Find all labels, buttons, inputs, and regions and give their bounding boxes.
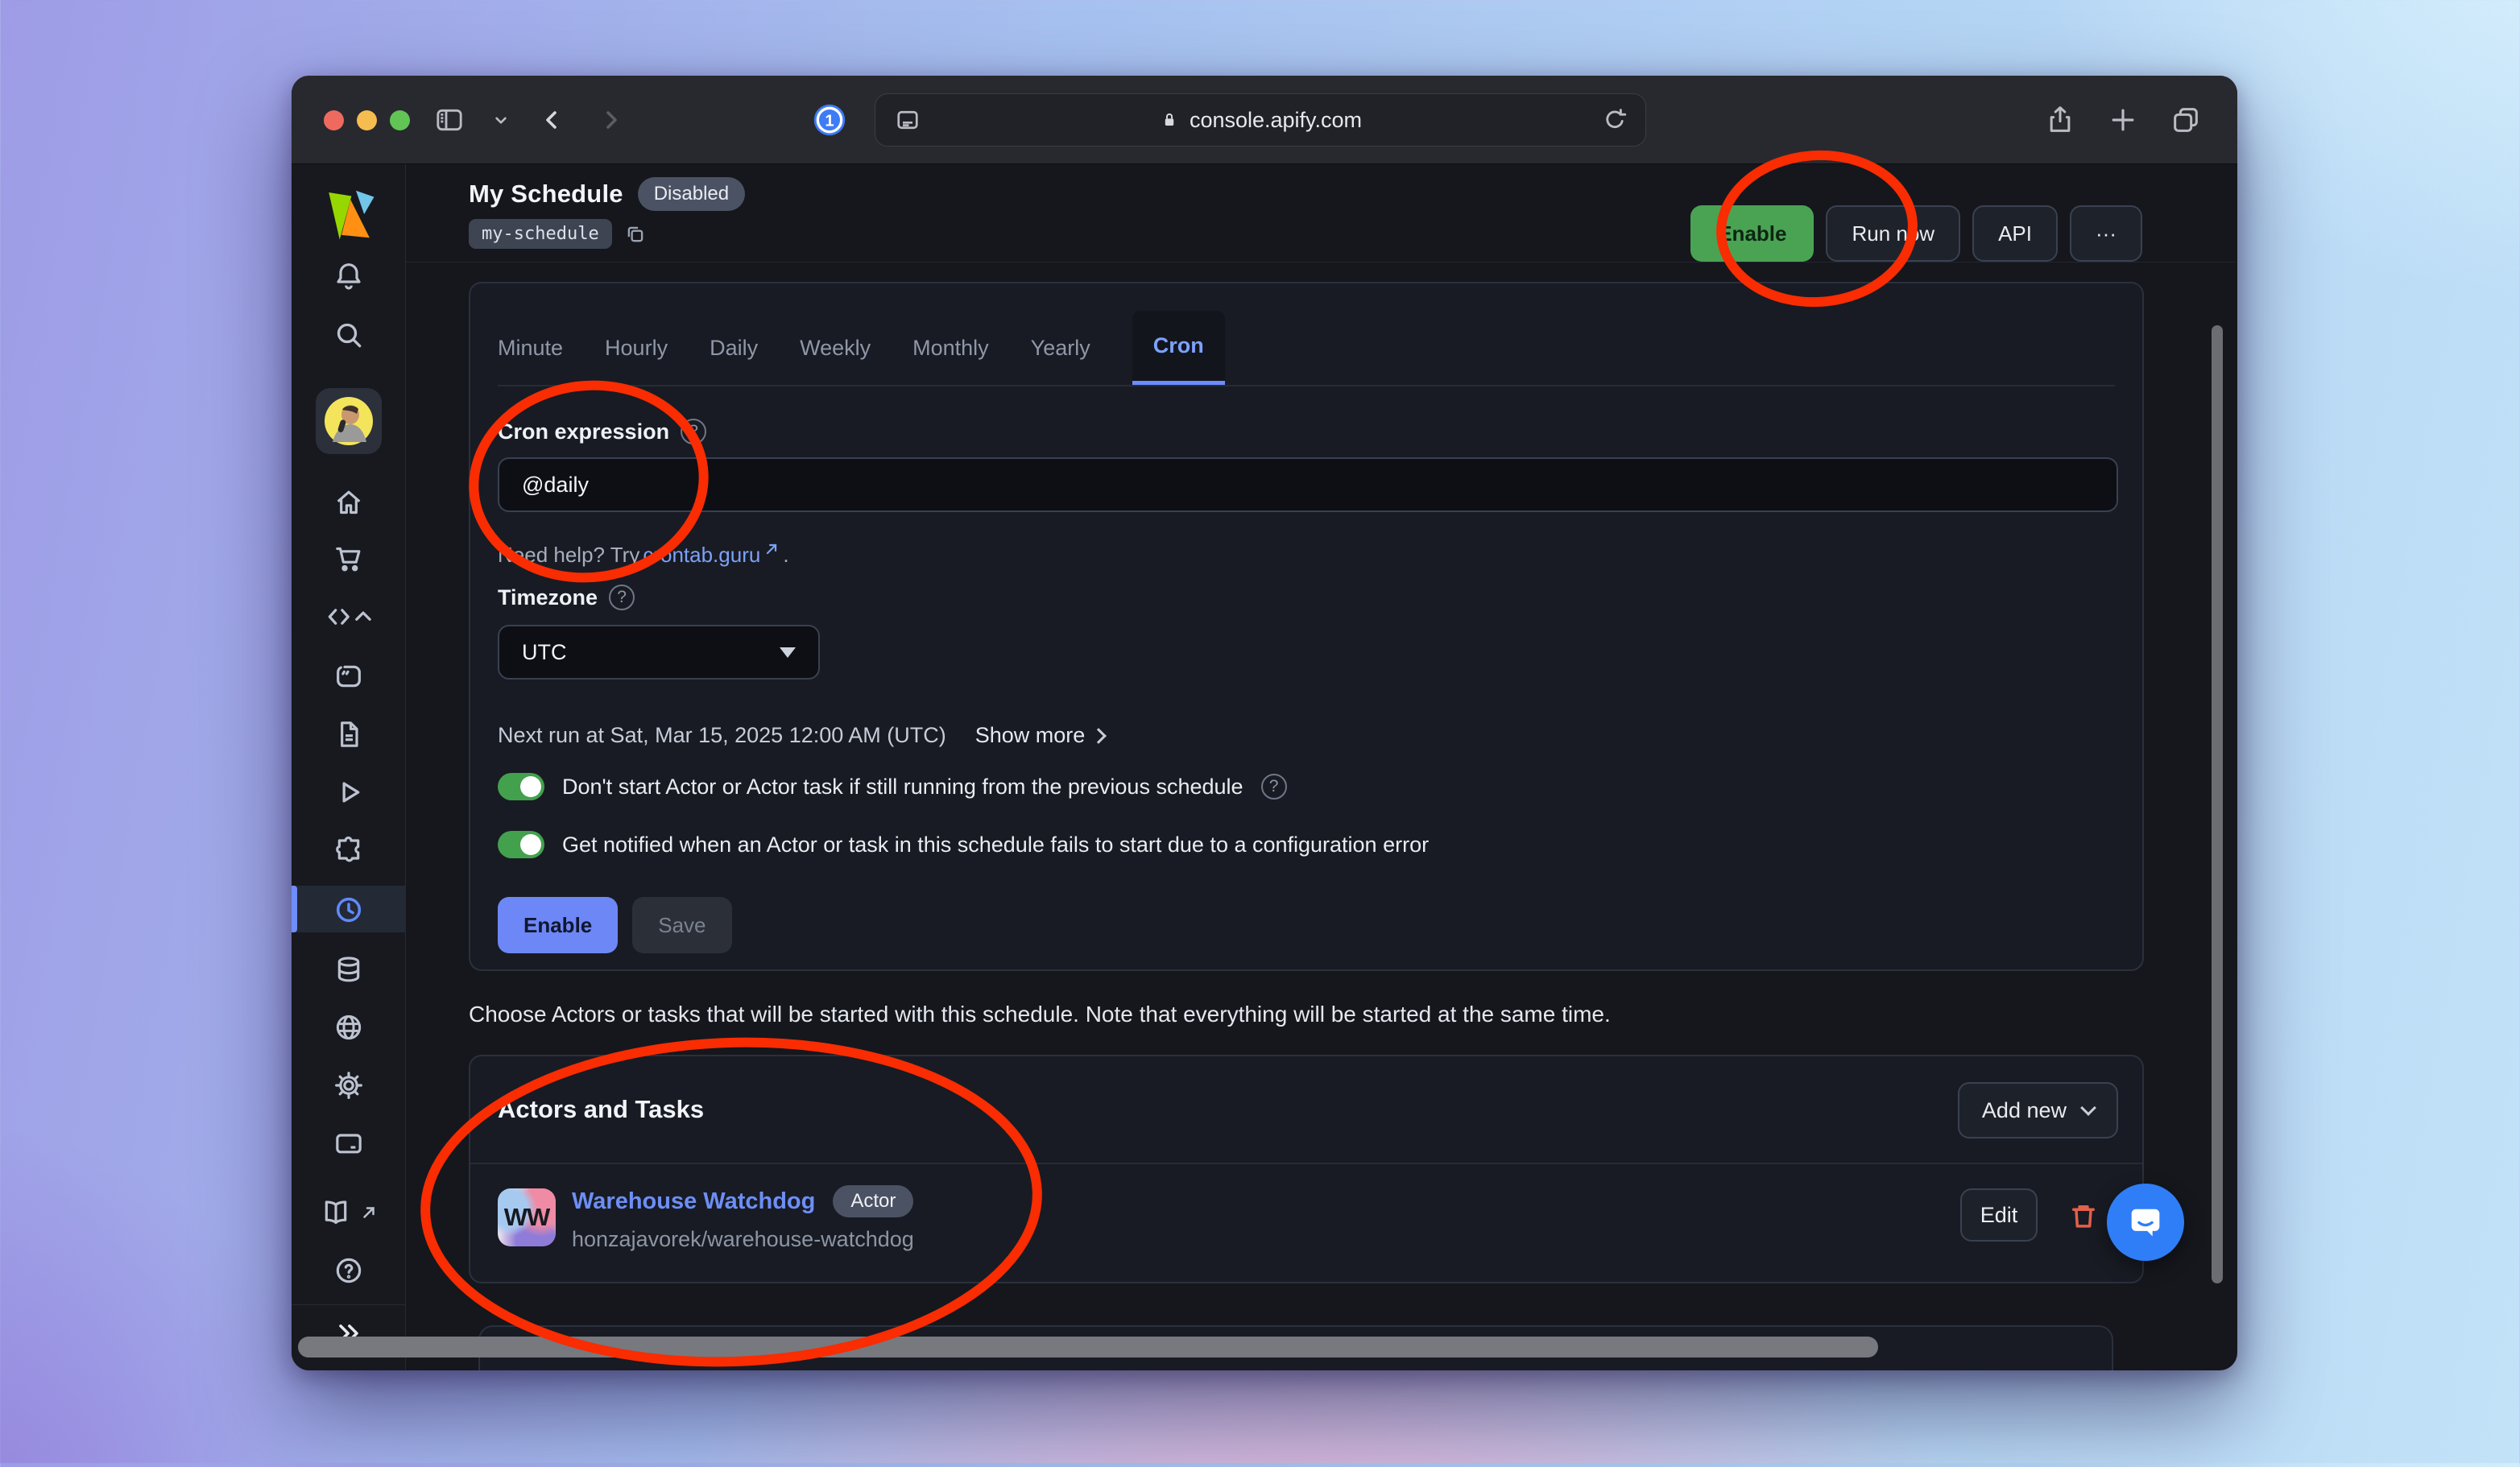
tab-overview-icon[interactable] [2170,104,2202,136]
actors-icon[interactable] [292,660,406,692]
vertical-scrollbar[interactable] [2212,325,2223,1283]
select-caret-icon [780,647,796,658]
settings-gear-icon[interactable] [292,1069,406,1101]
actor-avatar: WW [498,1188,556,1246]
schedule-id-chip: my-schedule [469,219,612,249]
home-icon[interactable] [292,486,406,519]
tab-cron-active[interactable]: Cron [1132,311,1225,385]
timezone-select[interactable]: UTC [498,625,820,680]
actors-card-divider [470,1163,2142,1164]
timezone-label: Timezone [498,585,598,610]
crontab-guru-link[interactable]: crontab.guru [643,543,760,568]
add-new-button[interactable]: Add new [1958,1082,2118,1138]
tabs-divider [498,385,2115,386]
back-button[interactable] [538,105,567,134]
cron-help-icon[interactable]: ? [681,419,706,444]
url-text[interactable]: console.apify.com [1190,108,1362,133]
toggle-help-icon[interactable]: ? [1261,774,1287,800]
timezone-help-icon[interactable]: ? [609,585,635,610]
tab-minute[interactable]: Minute [498,336,563,361]
main-content: My Schedule Disabled my-schedule Enable … [406,164,2237,1370]
search-icon[interactable] [292,319,406,351]
notifications-bell-icon[interactable] [292,259,406,291]
cron-expression-label: Cron expression [498,419,669,444]
reader-mode-icon[interactable] [893,105,922,134]
edit-actor-button[interactable]: Edit [1960,1188,2038,1242]
page-title: My Schedule [469,180,623,209]
enable-button-form[interactable]: Enable [498,897,618,953]
external-link-icon [360,1204,378,1221]
toggle-dont-start-label: Don't start Actor or Actor task if still… [562,775,1243,800]
tab-daily[interactable]: Daily [710,336,758,361]
apify-logo[interactable] [292,185,406,243]
schedule-type-tabs: Minute Hourly Daily Weekly Monthly Yearl… [498,311,1225,385]
tab-yearly[interactable]: Yearly [1031,336,1090,361]
development-code-icon[interactable] [292,601,406,633]
runs-play-icon[interactable] [292,776,406,808]
chevron-right-icon [1090,728,1107,744]
store-cart-icon[interactable] [292,543,406,575]
status-badge: Disabled [638,177,745,211]
schedule-settings-card: Minute Hourly Daily Weekly Monthly Yearl… [469,282,2144,971]
api-button[interactable]: API [1972,205,2058,262]
cron-expression-input[interactable] [498,457,2118,512]
enable-button-header[interactable]: Enable [1690,205,1814,262]
chat-widget-button[interactable] [2107,1184,2184,1261]
schedules-clock-icon[interactable] [292,894,406,926]
tab-monthly[interactable]: Monthly [912,336,989,361]
documentation-book-icon[interactable] [292,1196,406,1229]
horizontal-scrollbar[interactable] [298,1337,1878,1357]
svg-text:1: 1 [825,112,834,130]
external-link-icon [763,541,780,557]
tab-weekly[interactable]: Weekly [800,336,871,361]
toggle-dont-start-if-running[interactable] [498,773,544,800]
forward-button[interactable] [596,105,625,134]
actors-card-title: Actors and Tasks [498,1095,704,1124]
next-run-text: Next run at Sat, Mar 15, 2025 12:00 AM (… [498,723,946,748]
actor-type-badge: Actor [833,1185,913,1217]
actor-name-link[interactable]: Warehouse Watchdog [572,1188,815,1215]
proxy-globe-icon[interactable] [292,1011,406,1043]
sidebar-divider [292,1304,406,1305]
actor-handle: honzajavorek/warehouse-watchdog [572,1227,914,1252]
chevron-down-icon[interactable] [490,110,511,130]
save-button[interactable]: Save [632,897,731,953]
show-more-link[interactable]: Show more [975,723,1105,748]
storage-database-icon[interactable] [292,953,406,986]
toggle-notify-label: Get notified when an Actor or task in th… [562,833,1429,857]
minimize-window-button[interactable] [357,110,377,130]
address-bar[interactable]: console.apify.com [875,93,1646,147]
more-options-button[interactable]: ··· [2070,205,2142,262]
traffic-lights [324,110,410,130]
browser-window: 1 console.apify.com [292,76,2237,1370]
user-avatar[interactable] [292,388,406,454]
actors-description: Choose Actors or tasks that will be star… [469,1002,1611,1027]
new-tab-icon[interactable] [2108,105,2138,135]
password-manager-extension-icon[interactable]: 1 [812,102,847,138]
crontab-help-period: . [783,543,788,568]
crontab-help-text: Need help? Try [498,543,639,568]
run-now-button[interactable]: Run now [1826,205,1960,262]
integrations-puzzle-icon[interactable] [292,834,406,866]
chevron-down-icon [2080,1100,2096,1116]
billing-card-icon[interactable] [292,1127,406,1159]
share-icon[interactable] [2044,104,2076,136]
lock-icon [1159,110,1180,130]
close-window-button[interactable] [324,110,344,130]
app-sidebar [292,164,406,1370]
toggle-notify-on-failure[interactable] [498,831,544,858]
delete-actor-trash-icon[interactable] [2067,1200,2100,1234]
timezone-value: UTC [522,640,567,665]
zoom-window-button[interactable] [390,110,410,130]
browser-titlebar: 1 console.apify.com [292,76,2237,164]
reload-icon[interactable] [1601,106,1628,134]
help-icon[interactable] [292,1254,406,1287]
copy-icon[interactable] [623,222,648,246]
sidebar-toggle-icon[interactable] [433,104,466,136]
actors-and-tasks-card: Actors and Tasks Add new WW Warehouse Wa… [469,1055,2144,1283]
tab-hourly[interactable]: Hourly [605,336,668,361]
saved-tasks-document-icon[interactable] [292,718,406,750]
